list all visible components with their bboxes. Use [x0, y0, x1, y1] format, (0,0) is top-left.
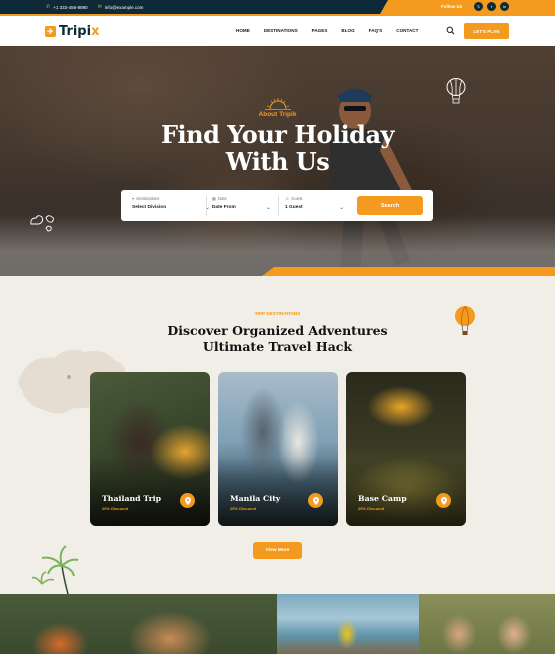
nav-item-home[interactable]: HOME	[236, 28, 250, 33]
top-bar: ✆ +1 333-456-8890 ✉ info@example.com Fol…	[0, 0, 555, 14]
calendar-icon: ▦	[212, 196, 216, 201]
map-pin-button[interactable]	[180, 493, 195, 508]
destination-name: Manila City	[230, 494, 281, 503]
logo-accent: x	[91, 24, 100, 39]
hero-accent-strip	[262, 267, 555, 276]
date-field-label: ▦ Date	[212, 196, 271, 201]
linkedin-icon[interactable]: in	[500, 2, 509, 11]
x-icon[interactable]: 𝕏	[474, 2, 483, 11]
nav-item-faqs[interactable]: FAQ'S	[369, 28, 383, 33]
section-title-line2: Ultimate Travel Hack	[202, 339, 353, 354]
mail-icon: ✉	[97, 4, 102, 10]
field-divider	[278, 196, 279, 216]
trip-search-form: ⌖ Destinations Select Division ⌄ ▦ Date Da…	[121, 190, 433, 221]
nav-item-contact[interactable]: CONTACT	[396, 28, 418, 33]
email-contact[interactable]: ✉ info@example.com	[98, 4, 144, 10]
hero-section: About Tripik Find Your Holiday With Us ⌖…	[0, 46, 555, 276]
phone-icon: ✆	[46, 4, 51, 10]
section-title: Discover Organized Adventures Ultimate T…	[0, 323, 555, 355]
search-icon[interactable]	[446, 26, 455, 35]
destination-name: Base Camp	[358, 494, 407, 503]
palm-tree-decoration	[31, 545, 79, 594]
date-value: Date From	[212, 205, 236, 210]
hero-title-line2: With Us	[225, 147, 330, 176]
facebook-icon[interactable]: f	[487, 2, 496, 11]
destinations-label: Destinations	[136, 196, 160, 201]
plane-logo-icon: ✈	[45, 26, 56, 37]
nav-item-blog[interactable]: BLOG	[341, 28, 354, 33]
logo-main: Tripi	[59, 24, 92, 39]
destinations-section: TRIP DESTINATIONS Discover Organized Adv…	[0, 276, 555, 594]
nav-item-pages[interactable]: PAGES	[312, 28, 328, 33]
cloud-doodle-icon	[30, 215, 54, 232]
top-contact: ✆ +1 333-456-8890 ✉ info@example.com	[46, 4, 143, 10]
gallery-image-friends[interactable]	[419, 594, 555, 654]
site-logo[interactable]: ✈ Tripix	[45, 24, 99, 39]
gallery-image-camping[interactable]	[0, 594, 277, 654]
map-pin-icon	[312, 496, 319, 505]
map-pin-button[interactable]	[436, 493, 451, 508]
section-title-line1: Discover Organized Adventures	[167, 323, 388, 338]
destination-card[interactable]: Base Camp 20% Discount	[346, 372, 466, 526]
chevron-down-icon: ⌄	[265, 205, 271, 211]
map-pin-icon	[440, 496, 447, 505]
hero-title: Find Your Holiday With Us	[0, 121, 555, 175]
phone-number: +1 333-456-8890	[53, 4, 88, 10]
view-more-button[interactable]: View More	[253, 542, 302, 559]
chevron-down-icon: ⌄	[338, 205, 344, 211]
map-pin-icon	[184, 496, 191, 505]
destination-discount: 20% Discount	[230, 506, 257, 511]
destination-card[interactable]: Manila City 20% Discount	[218, 372, 338, 526]
user-icon: ☺	[285, 196, 290, 201]
lets-plan-button[interactable]: LET'S PLAN	[464, 23, 509, 39]
main-navbar: ✈ Tripix HOME DESTINATIONS PAGES BLOG FA…	[0, 14, 555, 46]
follow-us-label: Follow Us	[441, 4, 463, 9]
date-select[interactable]: ▦ Date Date From ⌄	[212, 196, 271, 216]
email-address: info@example.com	[104, 4, 144, 10]
destination-name: Thailand Trip	[102, 494, 162, 503]
guest-field-label: ☺ Guest	[285, 196, 344, 201]
destination-discount: 20% Discount	[102, 506, 129, 511]
hero-title-line1: Find Your Holiday	[161, 120, 394, 149]
topbar-accent-strip	[380, 0, 555, 14]
map-pin-button[interactable]	[308, 493, 323, 508]
social-links: 𝕏 f in	[474, 2, 509, 11]
sunrise-icon	[264, 98, 291, 110]
destination-discount: 20% Discount	[358, 506, 385, 511]
nav-menu: HOME DESTINATIONS PAGES BLOG FAQ'S CONTA…	[236, 28, 432, 33]
destinations-value: Select Division	[132, 205, 167, 210]
logo-text: Tripix	[59, 24, 99, 39]
hero-kicker: About Tripik	[0, 98, 555, 118]
guest-label: Guest	[291, 196, 303, 201]
date-label: Date	[217, 196, 227, 201]
phone-contact[interactable]: ✆ +1 333-456-8890	[46, 4, 88, 10]
section-eyebrow: TRIP DESTINATIONS	[254, 311, 301, 316]
hero-kicker-label: About Tripik	[258, 111, 297, 118]
search-button[interactable]: Search	[357, 196, 423, 215]
location-pin-icon: ⌖	[132, 196, 135, 201]
destinations-field-label: ⌖ Destinations	[132, 196, 210, 201]
guest-select[interactable]: ☺ Guest 1 Guest ⌄	[285, 196, 344, 216]
field-divider	[206, 196, 207, 216]
destinations-select[interactable]: ⌖ Destinations Select Division ⌄	[132, 196, 210, 216]
nav-item-destinations[interactable]: DESTINATIONS	[264, 28, 298, 33]
guest-value: 1 Guest	[285, 205, 303, 210]
photo-gallery-strip	[0, 594, 555, 654]
destination-card[interactable]: Thailand Trip 20% Discount	[90, 372, 210, 526]
gallery-image-beach[interactable]	[277, 594, 419, 654]
